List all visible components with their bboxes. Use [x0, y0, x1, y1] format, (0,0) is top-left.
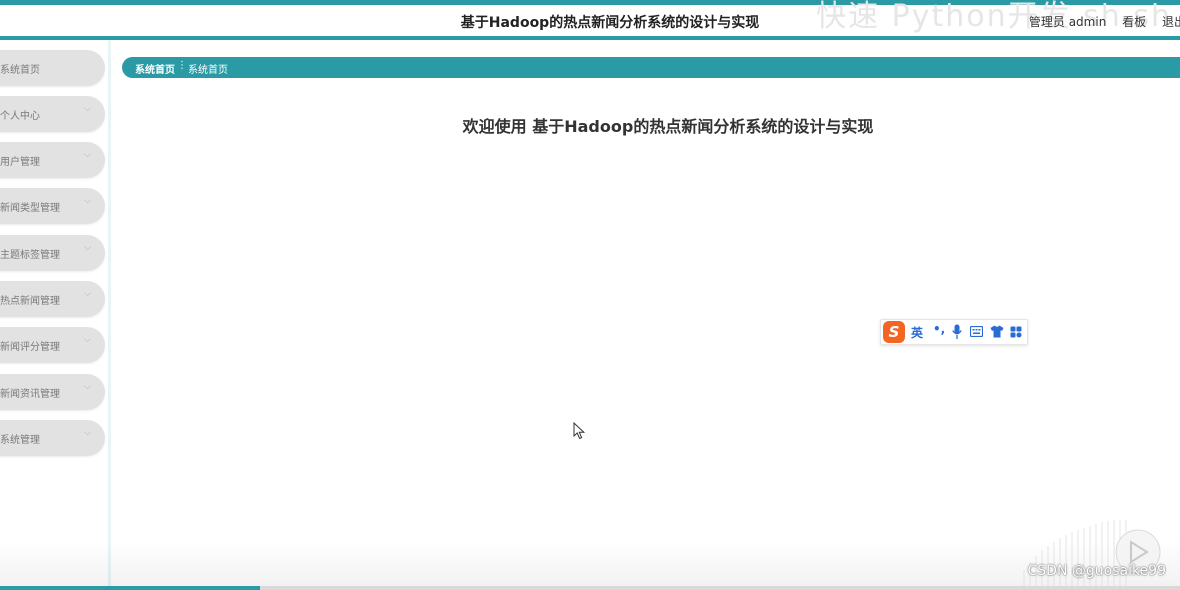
sidebar-item-news-type-management[interactable]: 新闻类型管理 ⌵: [0, 188, 105, 224]
welcome-heading: 欢迎使用 基于Hadoop的热点新闻分析系统的设计与实现: [462, 117, 874, 136]
breadcrumb: 系统首页 ⋮ 系统首页: [122, 57, 1180, 78]
ime-toolbar[interactable]: S 英 •,: [880, 319, 1028, 345]
sidebar-item-label: 新闻资讯管理: [0, 389, 60, 400]
top-header: 快速 Python开发 sh sh 基于Hadoop的热点新闻分析系统的设计与实…: [0, 0, 1180, 40]
dashboard-link[interactable]: 看板: [1122, 15, 1146, 29]
sidebar: 系统首页 个人中心 ⌵ 用户管理 ⌵ 新闻类型管理 ⌵ 主题标签管理 ⌵ 热点新…: [0, 40, 111, 590]
video-progress-fill: [0, 586, 260, 590]
page-title: 基于Hadoop的热点新闻分析系统的设计与实现: [460, 15, 760, 31]
shirt-icon[interactable]: [990, 325, 1004, 338]
sidebar-item-topic-tag-management[interactable]: 主题标签管理 ⌵: [0, 235, 105, 271]
sidebar-item-user-management[interactable]: 用户管理 ⌵: [0, 142, 105, 178]
sogou-logo-icon[interactable]: S: [883, 321, 905, 343]
sidebar-item-system-management[interactable]: 系统管理 ⌵: [0, 420, 105, 456]
csdn-watermark: CSDN @guosaike99: [1027, 563, 1167, 579]
video-bottom-shade: [0, 540, 1180, 586]
ime-punctuation-toggle[interactable]: •,: [933, 322, 945, 336]
sidebar-item-label: 系统管理: [0, 435, 40, 446]
chevron-down-icon: ⌵: [84, 243, 91, 253]
sidebar-item-label: 系统首页: [0, 65, 40, 76]
breadcrumb-separator: ⋮: [177, 60, 187, 71]
sidebar-item-label: 用户管理: [0, 157, 40, 168]
chevron-down-icon: ⌵: [84, 335, 91, 345]
sidebar-item-label: 新闻评分管理: [0, 342, 60, 353]
breadcrumb-current: 系统首页: [188, 65, 228, 76]
sidebar-item-label: 个人中心: [0, 111, 40, 122]
logout-link[interactable]: 退出: [1162, 15, 1180, 29]
chevron-down-icon: ⌵: [84, 382, 91, 392]
header-user-area: 管理员 admin 看板 退出: [1017, 13, 1180, 30]
sidebar-item-home[interactable]: 系统首页: [0, 50, 105, 86]
breadcrumb-home[interactable]: 系统首页: [135, 61, 175, 76]
chevron-down-icon: ⌵: [84, 428, 91, 438]
grid-icon[interactable]: [1010, 326, 1022, 338]
sidebar-item-personal-center[interactable]: 个人中心 ⌵: [0, 96, 105, 132]
user-label[interactable]: 管理员 admin: [1029, 15, 1106, 29]
chevron-down-icon: ⌵: [84, 289, 91, 299]
sidebar-item-label: 新闻类型管理: [0, 203, 60, 214]
keyboard-icon[interactable]: [970, 326, 983, 337]
chevron-down-icon: ⌵: [84, 196, 91, 206]
sidebar-item-hot-news-management[interactable]: 热点新闻管理 ⌵: [0, 281, 105, 317]
mouse-cursor-icon: [573, 422, 586, 440]
chevron-down-icon: ⌵: [84, 104, 91, 114]
ime-language-toggle[interactable]: 英: [911, 324, 923, 341]
sidebar-item-news-rating-management[interactable]: 新闻评分管理 ⌵: [0, 327, 105, 363]
sidebar-item-news-info-management[interactable]: 新闻资讯管理 ⌵: [0, 374, 105, 410]
sidebar-item-label: 热点新闻管理: [0, 296, 60, 307]
microphone-icon[interactable]: [952, 324, 962, 340]
sidebar-item-label: 主题标签管理: [0, 250, 60, 261]
chevron-down-icon: ⌵: [84, 150, 91, 160]
